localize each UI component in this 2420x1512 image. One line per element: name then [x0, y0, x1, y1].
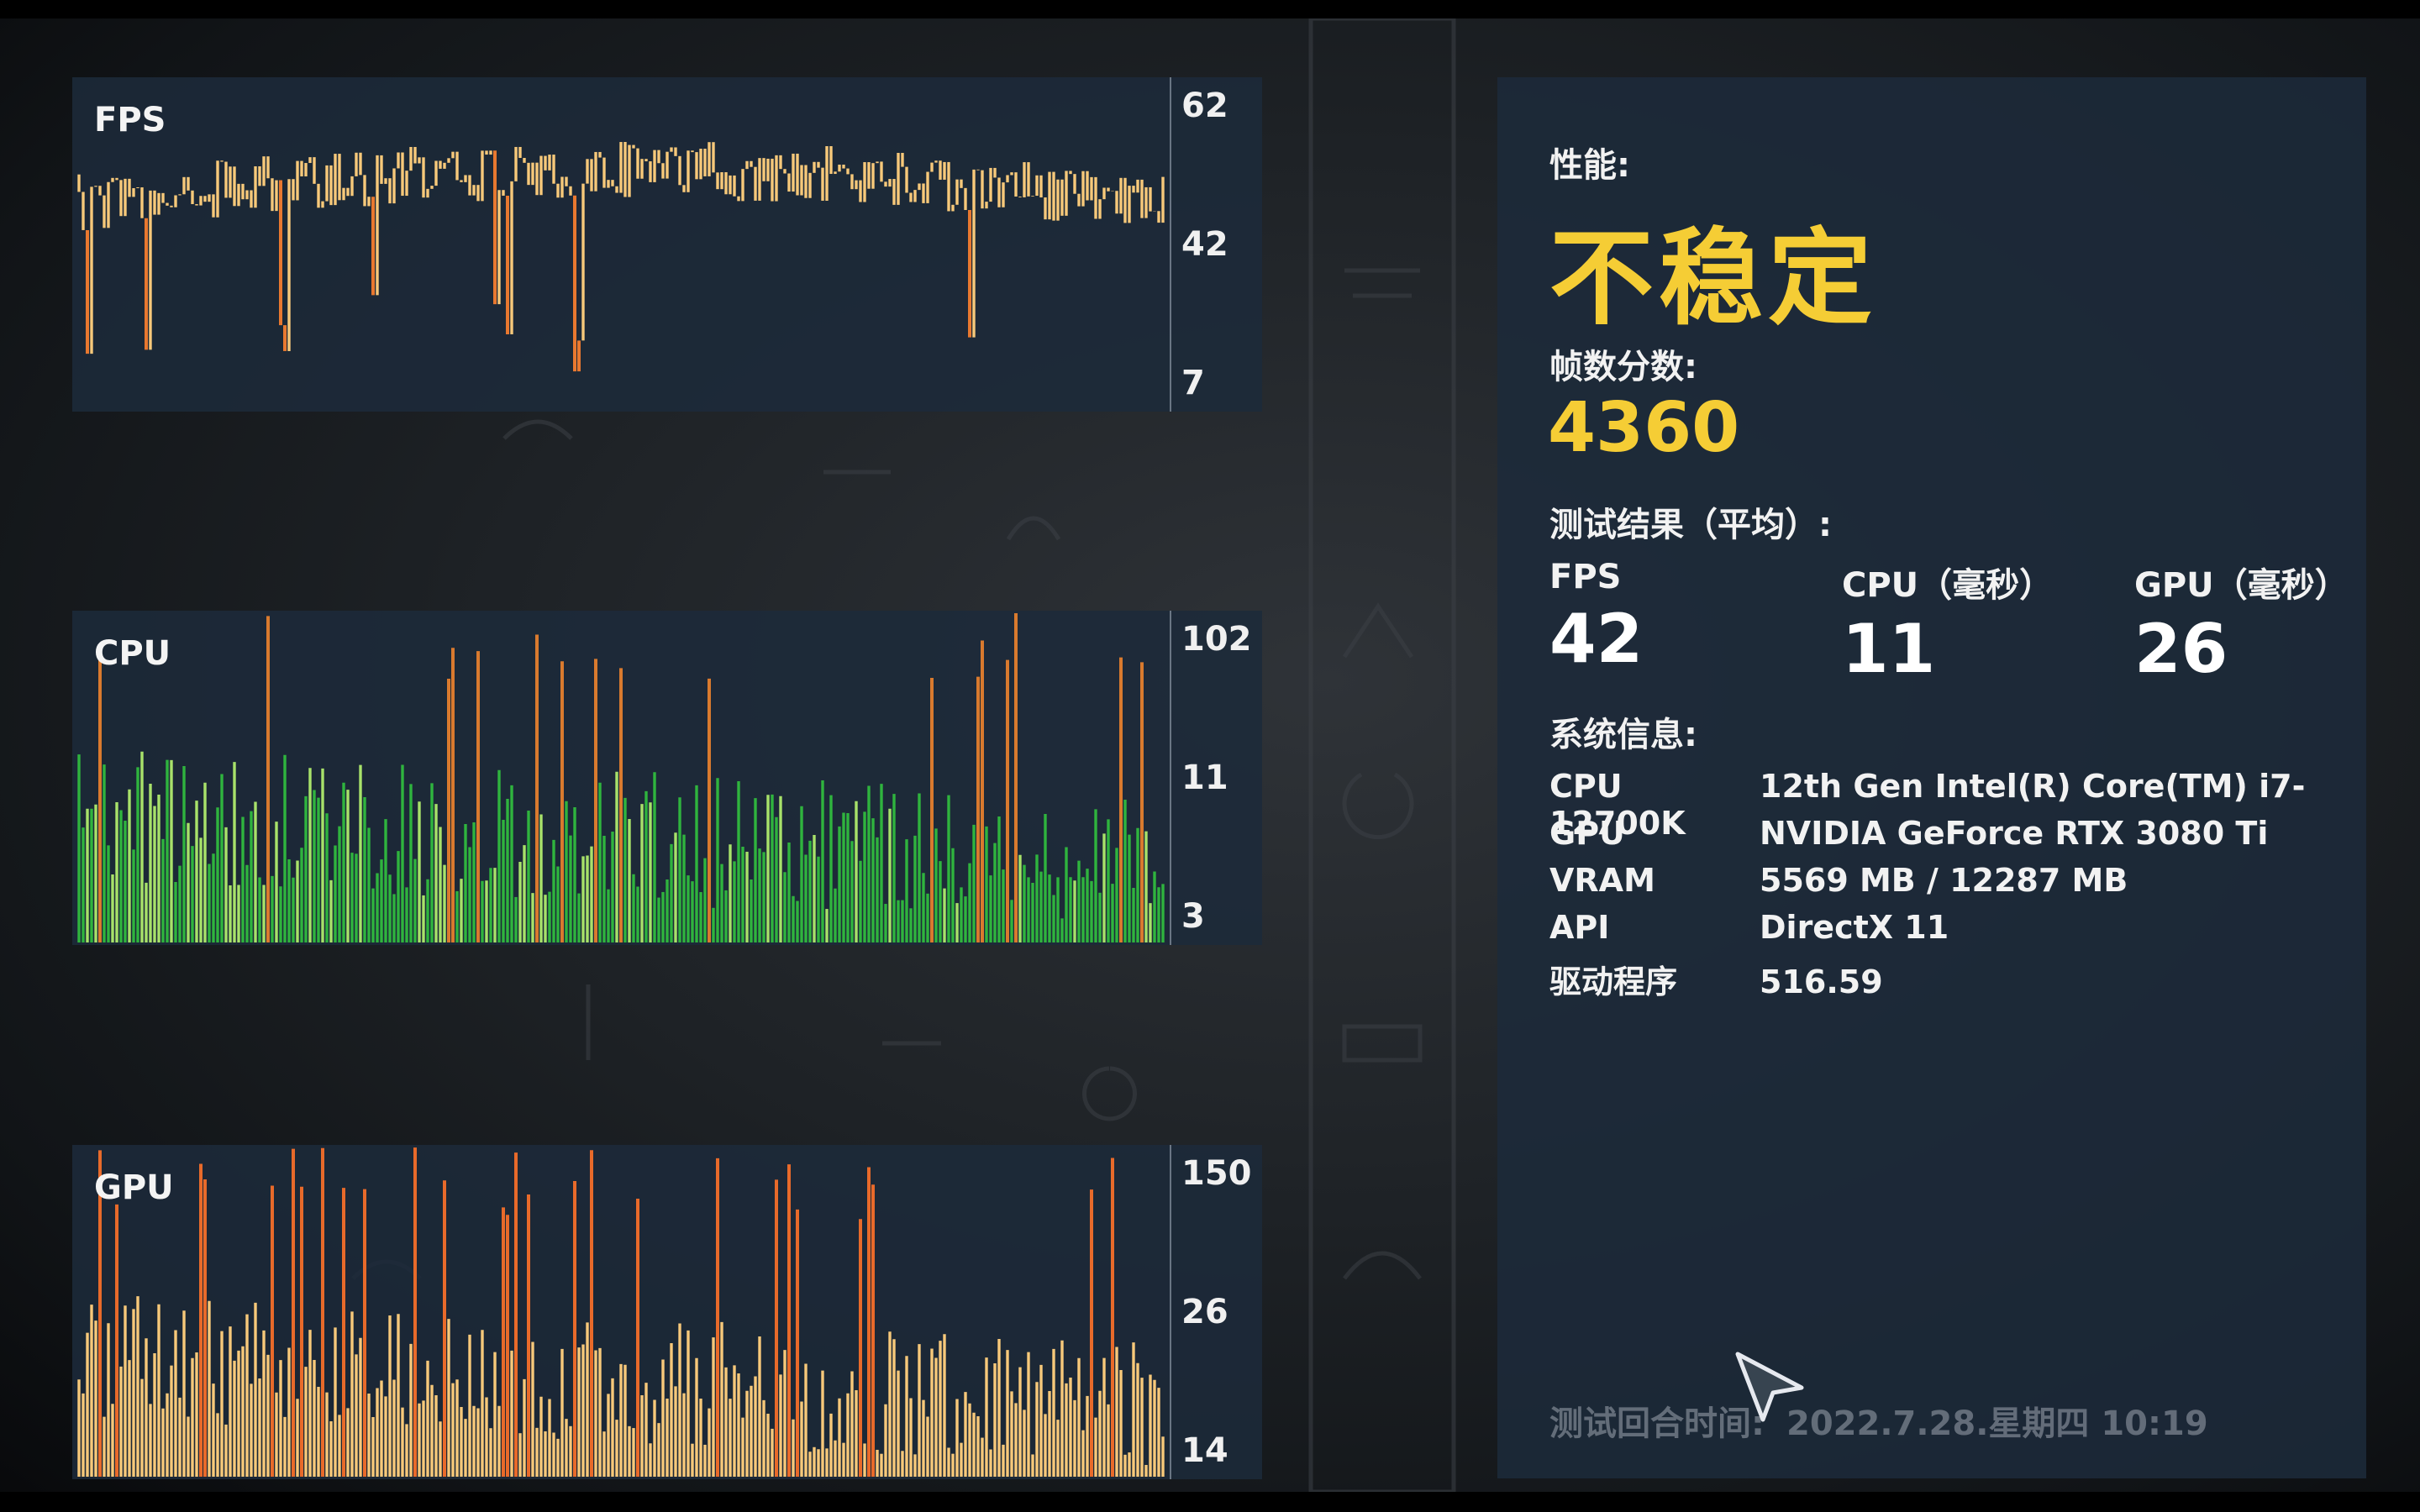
cpu-tick-min: 3	[1181, 897, 1205, 936]
system-key: 驱动程序	[1549, 963, 1678, 1000]
system-row-driver: 驱动程序 516.59	[1549, 956, 1883, 1002]
benchmark-summary-panel: 性能: 不稳定 帧数分数: 4360 测试结果（平均）: FPS 42 CPU（…	[1497, 77, 2366, 1478]
gpu-tick-min: 14	[1181, 1431, 1228, 1470]
letterbox-bottom	[0, 1492, 2420, 1512]
result-gpu-value: 26	[2134, 610, 2228, 688]
system-key: API	[1549, 909, 1610, 946]
test-run-time: 测试回合时间: 2022.7.28.星期四 10:19	[1549, 1396, 2208, 1445]
system-key: GPU	[1549, 815, 1625, 852]
cpu-graph-axis	[1170, 611, 1171, 945]
result-gpu-label: GPU（毫秒）	[2134, 566, 2349, 605]
test-time-value: 2022.7.28.星期四 10:19	[1786, 1404, 2208, 1443]
result-cpu-value: 11	[1842, 610, 1936, 688]
system-value: DirectX 11	[1760, 909, 1949, 946]
result-cpu: CPU（毫秒） 11	[1842, 558, 2053, 688]
cpu-tick-max: 102	[1181, 620, 1252, 659]
system-row-vram: VRAM 5569 MB / 12287 MB	[1549, 862, 2128, 899]
result-fps-value: 42	[1549, 600, 1644, 678]
cpu-graph-panel: CPU 102 11 3	[72, 611, 1262, 945]
system-value: NVIDIA GeForce RTX 3080 Ti	[1760, 815, 2269, 852]
result-fps: FPS 42	[1549, 558, 1643, 678]
gpu-tick-mid: 26	[1181, 1293, 1228, 1331]
result-cpu-label: CPU（毫秒）	[1842, 566, 2054, 605]
fps-graph-axis	[1170, 77, 1171, 412]
average-results-label: 测试结果（平均）:	[1549, 506, 1832, 544]
system-value: 5569 MB / 12287 MB	[1760, 862, 2128, 899]
performance-value: 不稳定	[1549, 218, 1878, 339]
mouse-pointer-icon	[1735, 1352, 1804, 1422]
system-info-label: 系统信息:	[1549, 716, 1697, 754]
system-key: CPU	[1549, 768, 1623, 805]
test-time-label: 测试回合时间:	[1549, 1404, 1765, 1443]
system-row-gpu: GPU NVIDIA GeForce RTX 3080 Ti	[1549, 815, 2268, 852]
system-key: VRAM	[1549, 862, 1655, 899]
gpu-graph-title: GPU	[94, 1168, 174, 1207]
fps-tick-mid: 42	[1181, 225, 1228, 264]
gpu-tick-max: 150	[1181, 1154, 1252, 1193]
gpu-graph-axis	[1170, 1145, 1171, 1479]
system-value: 516.59	[1760, 963, 1883, 1000]
gpu-graph-panel: GPU 150 26 14	[72, 1145, 1262, 1479]
fps-tick-min: 7	[1181, 364, 1205, 402]
score-label: 帧数分数:	[1549, 348, 1697, 386]
result-gpu: GPU（毫秒） 26	[2134, 558, 2349, 688]
letterbox-top	[0, 0, 2420, 18]
cpu-tick-mid: 11	[1181, 759, 1228, 797]
performance-label: 性能:	[1549, 146, 1630, 185]
fps-graph-title: FPS	[94, 101, 166, 139]
fps-graph-panel: FPS 62 42 7	[72, 77, 1262, 412]
score-value: 4360	[1548, 388, 1740, 468]
result-fps-label: FPS	[1549, 558, 1622, 596]
system-row-api: API DirectX 11	[1549, 909, 1949, 946]
cpu-graph-title: CPU	[94, 634, 171, 673]
gpu-graph	[77, 1147, 1165, 1477]
fps-tick-max: 62	[1181, 87, 1228, 125]
fps-graph	[77, 142, 1165, 372]
cpu-graph	[77, 612, 1165, 942]
